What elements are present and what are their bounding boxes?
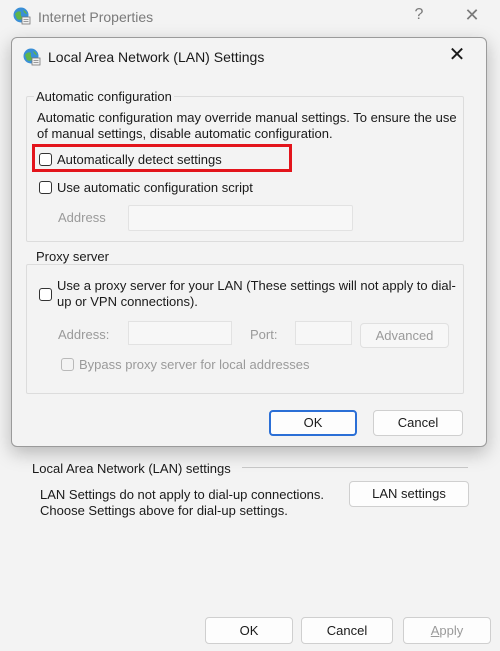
proxy-address-label: Address: [58, 327, 110, 342]
window-title: Internet Properties [38, 9, 154, 25]
cancel-button[interactable]: Cancel [301, 617, 393, 644]
internet-options-icon [12, 6, 32, 26]
dialog-ok-button[interactable]: OK [269, 410, 357, 436]
automatic-configuration-description: Automatic configuration may override man… [37, 110, 457, 141]
window-close-button[interactable]: ✕ [462, 5, 482, 25]
script-address-field[interactable] [128, 205, 353, 231]
script-address-label: Address [58, 210, 106, 225]
lan-settings-icon [22, 47, 42, 67]
auto-config-script-checkbox[interactable] [39, 181, 52, 194]
auto-detect-checkbox[interactable] [39, 153, 52, 166]
lan-settings-description: LAN Settings do not apply to dial-up con… [40, 487, 325, 518]
proxy-port-label: Port: [250, 327, 278, 342]
lan-settings-dialog: Local Area Network (LAN) Settings ✕ Auto… [11, 37, 487, 447]
proxy-address-field[interactable] [128, 321, 232, 345]
dialog-title: Local Area Network (LAN) Settings [48, 49, 265, 65]
advanced-button[interactable]: Advanced [360, 323, 449, 348]
help-button[interactable]: ? [412, 6, 426, 26]
proxy-server-label: Proxy server [34, 249, 111, 264]
proxy-port-field[interactable] [295, 321, 352, 345]
bypass-local-checkbox[interactable] [61, 358, 74, 371]
use-proxy-checkbox[interactable] [39, 288, 52, 301]
ok-button[interactable]: OK [205, 617, 293, 644]
lan-settings-button[interactable]: LAN settings [349, 481, 469, 507]
automatic-configuration-label: Automatic configuration [34, 89, 174, 104]
title-bar: Internet Properties ? ✕ [0, 0, 500, 34]
use-proxy-label[interactable]: Use a proxy server for your LAN (These s… [57, 278, 457, 310]
group-divider [242, 467, 468, 468]
dialog-cancel-button[interactable]: Cancel [373, 410, 463, 436]
bypass-local-label[interactable]: Bypass proxy server for local addresses [79, 357, 309, 372]
apply-button[interactable]: Apply [403, 617, 491, 644]
lan-settings-group-label: Local Area Network (LAN) settings [32, 461, 231, 476]
auto-config-script-label[interactable]: Use automatic configuration script [57, 180, 253, 195]
dialog-close-button[interactable]: ✕ [447, 44, 467, 66]
auto-detect-label[interactable]: Automatically detect settings [57, 152, 222, 167]
